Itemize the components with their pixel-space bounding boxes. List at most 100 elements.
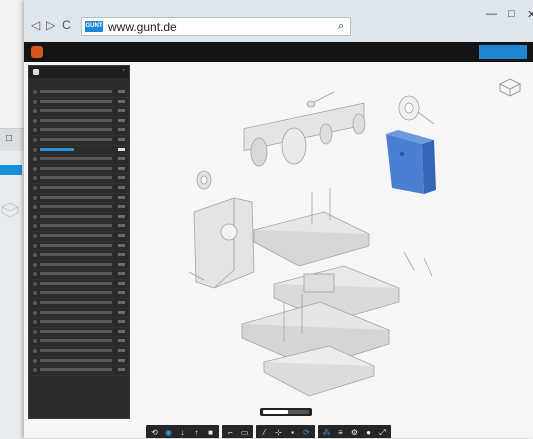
url-text[interactable]: www.gunt.de [108,20,177,34]
visibility-icon[interactable] [33,99,37,104]
maximize-button[interactable]: □ [508,8,515,20]
visibility-icon[interactable] [33,329,37,334]
visibility-icon[interactable] [33,185,37,190]
visibility-icon[interactable] [33,205,37,210]
visibility-icon[interactable] [33,90,37,94]
visibility-icon[interactable] [33,224,37,229]
tree-item[interactable] [29,357,129,367]
info-icon[interactable]: ● [363,427,374,438]
tree-item[interactable] [29,280,129,290]
maximize-icon[interactable]: □ [6,133,12,144]
tree-item[interactable] [29,366,129,376]
tree-item[interactable] [29,309,129,319]
cube-rotate-icon[interactable]: ⟲ [149,427,160,438]
visibility-icon[interactable] [33,253,37,258]
visibility-icon[interactable] [33,195,37,200]
address-bar[interactable]: GUNT www.gunt.de ⌕ [81,17,351,36]
visibility-icon[interactable] [33,137,37,142]
orbit-icon[interactable]: ⟳ [301,427,312,438]
explode-icon[interactable]: ⊹ [273,427,284,438]
tree-item-label [40,368,112,372]
visibility-icon[interactable] [33,368,37,373]
top-plate-part[interactable] [252,188,371,267]
fullscreen-icon[interactable]: ⤢ [377,427,388,438]
close-icon[interactable]: × [122,68,125,74]
tree-item[interactable] [29,270,129,280]
tree-item[interactable] [29,165,129,175]
tree-item[interactable] [29,222,129,232]
pan-down-icon[interactable]: ↓ [177,427,188,438]
tree-item[interactable] [29,232,129,242]
tree-item[interactable] [29,126,129,136]
tree-item[interactable] [29,251,129,261]
section-icon[interactable]: ▭ [239,427,250,438]
tree-item[interactable] [29,347,129,357]
target-icon[interactable]: ◉ [163,427,174,438]
pin-part[interactable] [306,91,335,108]
tree-item[interactable] [29,203,129,213]
settings-icon[interactable]: ⚙ [349,427,360,438]
visibility-icon[interactable] [33,128,37,133]
tree-item[interactable] [29,107,129,117]
tree-item[interactable] [29,155,129,165]
visibility-icon[interactable] [33,310,37,315]
tree-item[interactable] [29,213,129,223]
tree-item[interactable] [29,98,129,108]
tree-icon[interactable]: ⁂ [321,427,332,438]
tree-item[interactable] [29,242,129,252]
visibility-icon[interactable] [33,358,37,363]
tree-item[interactable] [29,136,129,146]
visibility-icon[interactable] [33,109,37,114]
explode-slider[interactable] [260,408,312,416]
tree-item[interactable] [29,299,129,309]
shaft-part[interactable] [243,102,366,167]
tree-item[interactable] [29,328,129,338]
minimize-button[interactable]: — [486,8,497,20]
visibility-icon[interactable] [33,301,37,306]
visibility-icon[interactable] [33,118,37,123]
camera-icon[interactable]: ■ [205,427,216,438]
visibility-icon[interactable] [33,349,37,354]
nav-cube-icon[interactable] [497,74,523,100]
highlighted-part[interactable] [386,130,436,194]
tree-item[interactable] [29,289,129,300]
tree-item[interactable] [29,184,129,194]
visibility-icon[interactable] [33,166,37,171]
forward-button[interactable]: ▷ [46,19,55,31]
tree-item[interactable] [29,174,129,184]
nut-part[interactable] [196,170,212,190]
tree-item[interactable] [29,318,129,328]
visibility-icon[interactable] [33,281,37,286]
visibility-icon[interactable] [33,214,37,219]
visibility-icon[interactable] [33,291,37,296]
tree-item[interactable] [29,117,129,127]
layers-icon[interactable]: ≡ [335,427,346,438]
ring-part[interactable] [398,95,435,125]
3d-viewer[interactable]: × ⟲ ◉ ↓ ↑ ■ ⌐ ▭ ⁄ ⊹ ▪ ⟳ ⁂ ≡ ⚙ ● ⤢ [24,62,533,438]
pan-up-icon[interactable]: ↑ [191,427,202,438]
exploded-assembly-view[interactable] [134,62,533,438]
search-icon[interactable]: ⌕ [338,20,344,33]
tree-item[interactable] [29,261,129,271]
visibility-icon[interactable] [33,176,37,181]
tree-item[interactable] [29,194,129,204]
visibility-icon[interactable] [33,157,37,162]
back-button[interactable]: ◁ [31,19,40,31]
tree-item[interactable] [29,146,129,156]
box-icon[interactable]: ▪ [287,427,298,438]
visibility-icon[interactable] [33,272,37,277]
visibility-icon[interactable] [33,147,37,152]
tree-item[interactable] [29,88,129,98]
tree-item[interactable] [29,337,129,348]
reload-button[interactable]: C [62,19,71,31]
visibility-icon[interactable] [33,262,37,267]
fit-icon[interactable]: ⌐ [225,427,236,438]
visibility-icon[interactable] [33,320,37,325]
measure-icon[interactable]: ⁄ [259,427,270,438]
visibility-icon[interactable] [33,243,37,248]
visibility-icon[interactable] [33,233,37,238]
bracket-part[interactable] [193,197,255,289]
visibility-icon[interactable] [33,339,37,344]
close-button[interactable]: ✕ [527,8,533,21]
header-action-button[interactable] [479,45,527,59]
